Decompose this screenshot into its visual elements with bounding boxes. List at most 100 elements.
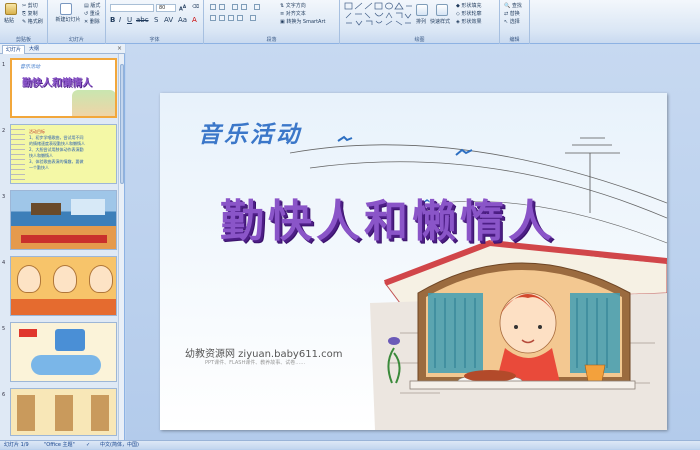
- door-2: [55, 395, 73, 431]
- notebook-rings: [11, 125, 25, 183]
- slide-thumbnail-2[interactable]: 活动目标 1、初步学唱歌曲，尝试用不同 的情绪速度表现勤快人和懒惰人 2、大胆尝…: [10, 124, 117, 184]
- underline-button[interactable]: U: [127, 16, 132, 24]
- grow-font-button[interactable]: AA: [179, 4, 186, 13]
- child-face-2: [53, 265, 77, 293]
- slides-group: 新建幻灯片 ▤ 版式 ↺ 重设 ✕ 删除 幻灯片: [48, 0, 106, 44]
- clipboard-group-label: 剪贴板: [15, 37, 31, 43]
- font-group-label: 字体: [149, 37, 160, 43]
- slide-editor: 音乐活动 勤快人和懒惰人 幼教资源网 ziyuan.baby611.com PP…: [126, 44, 700, 440]
- arrange-icon[interactable]: [416, 4, 428, 16]
- thumb-number: 3: [2, 194, 6, 200]
- reset-button[interactable]: ↺ 重设: [84, 10, 100, 17]
- slide-thumbnail-6[interactable]: [10, 388, 117, 436]
- smartart-button[interactable]: ▣ 转换为 SmartArt: [280, 18, 325, 25]
- slide-footer-sub: PPT课件、FLASH课件、教养故事、试卷……: [205, 360, 306, 366]
- slides-group-label: 幻灯片: [68, 37, 84, 43]
- window-blue: [55, 329, 85, 351]
- delete-button[interactable]: ✕ 删除: [84, 18, 100, 25]
- panel-tabs: 幻灯片 大纲 ×: [0, 44, 125, 54]
- slide-thumbnail-4[interactable]: [10, 256, 117, 316]
- tab-outline[interactable]: 大纲: [26, 45, 42, 54]
- status-bar: 幻灯片 1/9 "Office 主题" ✓ 中文(简体，中国): [0, 440, 700, 449]
- editing-group-label: 编辑: [509, 37, 520, 43]
- bullets-icon[interactable]: [210, 4, 216, 10]
- paste-button[interactable]: 粘贴: [4, 17, 14, 24]
- thumb-number: 5: [2, 326, 6, 332]
- find-button[interactable]: 🔍 查找: [504, 2, 522, 9]
- format-painter-button[interactable]: ✎ 格式刷: [22, 18, 43, 25]
- quick-styles-button[interactable]: 快速样式: [430, 18, 450, 25]
- slide-thumbnail-3[interactable]: [10, 190, 117, 250]
- paste-icon[interactable]: [5, 3, 17, 15]
- change-case-button[interactable]: Aa: [178, 16, 187, 24]
- scrollbar-thumb[interactable]: [120, 64, 124, 184]
- sleeping-child: [31, 355, 101, 375]
- align-center-icon[interactable]: [219, 15, 225, 21]
- ribbon: 粘贴 ✂ 剪切 ⎘ 复制 ✎ 格式刷 剪贴板 新建幻灯片 ▤ 版式 ↺ 重设 ✕…: [0, 0, 700, 44]
- spacing-button[interactable]: AV: [164, 16, 173, 24]
- slide-subtitle[interactable]: 音乐活动: [198, 115, 302, 149]
- font-name-combo[interactable]: [110, 4, 154, 12]
- slide-thumbnail-1[interactable]: 音乐活动 勤快人和懒惰人: [10, 58, 117, 118]
- paragraph-group-label: 段落: [266, 37, 277, 43]
- justify-icon[interactable]: [237, 15, 243, 21]
- align-right-icon[interactable]: [228, 15, 234, 21]
- slide-thumbnail-5[interactable]: [10, 322, 117, 382]
- align-left-icon[interactable]: [210, 15, 216, 21]
- replace-button[interactable]: ⇄ 替换: [504, 10, 520, 17]
- child-face-1: [17, 265, 41, 293]
- new-slide-button[interactable]: 新建幻灯片: [52, 17, 84, 23]
- thumb2-line: 一个勤快人: [29, 165, 49, 170]
- thumb-number: 4: [2, 260, 6, 266]
- layout-button[interactable]: ▤ 版式: [84, 2, 100, 9]
- thumb1-subtitle: 音乐活动: [20, 64, 41, 70]
- slide-title[interactable]: 勤快人和懒惰人: [220, 185, 556, 249]
- bold-button[interactable]: B: [110, 16, 115, 24]
- clear-format-button[interactable]: ⌫: [192, 4, 199, 10]
- tab-slides[interactable]: 幻灯片: [2, 45, 26, 54]
- thumb1-title: 勤快人和懒惰人: [22, 78, 92, 89]
- editing-group: 🔍 查找 ⇄ 替换 ↖ 选择 编辑: [500, 0, 530, 44]
- copy-button[interactable]: ⎘ 复制: [22, 10, 38, 17]
- shapes-gallery-icon[interactable]: [344, 2, 412, 28]
- increase-indent-icon[interactable]: [241, 4, 247, 10]
- text-direction-button[interactable]: ⇅ 文字方向: [280, 2, 306, 9]
- drawing-group: 排列 快速样式 ◆ 形状填充 ◇ 形状轮廓 ◈ 形状效果 绘图: [340, 0, 500, 44]
- shape-fill-button[interactable]: ◆ 形状填充: [456, 2, 481, 9]
- quick-styles-icon[interactable]: [436, 4, 448, 16]
- shape-effects-button[interactable]: ◈ 形状效果: [456, 18, 481, 25]
- kitchen-counter: [21, 235, 107, 243]
- panel-scrollbar[interactable]: [118, 54, 124, 440]
- drawing-group-label: 绘图: [414, 37, 425, 43]
- clipboard-group: 粘贴 ✂ 剪切 ⎘ 复制 ✎ 格式刷 剪贴板: [0, 0, 48, 44]
- close-icon[interactable]: ×: [117, 45, 122, 52]
- columns-icon[interactable]: [250, 15, 256, 21]
- thumb2-text: 活动目标 1、初步学唱歌曲，尝试用不同 的情绪速度表现勤快人和懒惰人 2、大胆尝…: [29, 129, 85, 171]
- kitchen-cabinet: [31, 203, 61, 215]
- italic-button[interactable]: I: [119, 16, 121, 24]
- current-slide[interactable]: 音乐活动 勤快人和懒惰人 幼教资源网 ziyuan.baby611.com PP…: [160, 93, 667, 430]
- slides-panel: 幻灯片 大纲 × 1 音乐活动 勤快人和懒惰人 2 活动目标 1、初步学唱歌曲，…: [0, 44, 125, 440]
- align-text-button[interactable]: ≡ 对齐文本: [280, 10, 306, 17]
- line-spacing-icon[interactable]: [254, 4, 260, 10]
- strikethrough-button[interactable]: abc: [136, 16, 149, 24]
- door-3: [91, 395, 109, 431]
- shape-outline-button[interactable]: ◇ 形状轮廓: [456, 10, 481, 17]
- sign-red: [19, 329, 37, 337]
- font-size-combo[interactable]: 80: [156, 4, 176, 12]
- font-color-button[interactable]: A: [192, 16, 197, 24]
- thumb-number: 2: [2, 128, 6, 134]
- paragraph-group: ⇅ 文字方向 ≡ 对齐文本 ▣ 转换为 SmartArt 段落: [204, 0, 340, 44]
- cut-button[interactable]: ✂ 剪切: [22, 2, 38, 9]
- slide-footer[interactable]: 幼教资源网 ziyuan.baby611.com: [185, 345, 342, 360]
- select-button[interactable]: ↖ 选择: [504, 18, 520, 25]
- font-group: 80 AA ⌫ B I U abc S AV Aa A 字体: [106, 0, 204, 44]
- thumb-number: 6: [2, 392, 6, 398]
- thumb-number: 1: [2, 62, 6, 68]
- shadow-button[interactable]: S: [154, 16, 158, 24]
- arrange-button[interactable]: 排列: [416, 18, 426, 25]
- numbering-icon[interactable]: [219, 4, 225, 10]
- new-slide-icon[interactable]: [60, 3, 72, 15]
- door-1: [17, 395, 35, 431]
- decrease-indent-icon[interactable]: [232, 4, 238, 10]
